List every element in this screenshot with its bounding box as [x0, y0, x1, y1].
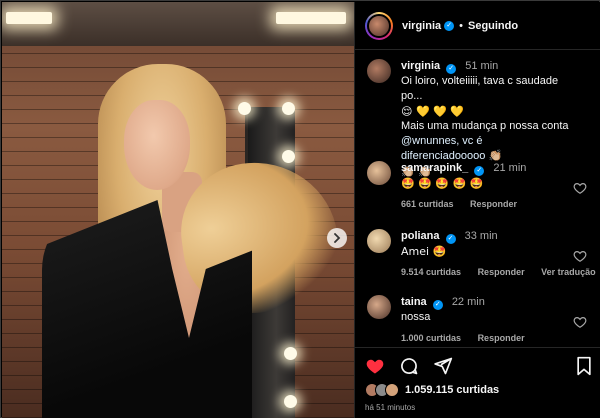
- comment-username[interactable]: virginia: [401, 60, 440, 72]
- comment-likes[interactable]: 661 curtidas: [401, 199, 454, 209]
- post-time-ago[interactable]: há 51 minutos: [365, 403, 415, 412]
- bookmark-icon[interactable]: [575, 356, 593, 376]
- comment-item: taina ✓ 22 min nossa 1.000 curtidas Resp…: [367, 295, 593, 343]
- comment-time: 21 min: [493, 162, 527, 174]
- chevron-right-icon: [334, 233, 341, 243]
- verified-badge-icon: ✓: [432, 300, 443, 310]
- heart-outline-icon[interactable]: [573, 249, 587, 263]
- face: [124, 100, 190, 190]
- caption-line: 😌 💛 💛 💛: [401, 105, 465, 118]
- likes-row: 1.059.115 curtidas: [365, 383, 499, 397]
- verified-badge-icon: ✓: [445, 234, 456, 244]
- avatar[interactable]: [367, 161, 391, 185]
- caption-line: Mais uma mudança p nossa conta: [401, 120, 569, 132]
- comment-text: 🤩 🤩 🤩 🤩 🤩: [401, 177, 484, 190]
- ceiling: [2, 2, 354, 46]
- post-photo: [2, 2, 354, 418]
- post-dialog: virginia ✓ • Seguindo virginia ✓ 51 min …: [0, 0, 600, 418]
- translate-button[interactable]: Ver tradução: [541, 267, 596, 277]
- author-avatar[interactable]: [365, 11, 393, 40]
- reply-button[interactable]: Responder: [478, 267, 525, 277]
- comment-list: virginia ✓ 51 min Oi loiro, volteiiiii, …: [355, 51, 600, 347]
- comment-item: samarapink_ ✓ 21 min 🤩 🤩 🤩 🤩 🤩 661 curti…: [367, 161, 593, 209]
- comment-time: 33 min: [464, 230, 498, 242]
- heart-filled-icon[interactable]: [365, 356, 385, 376]
- comment-text: nossa: [401, 311, 431, 323]
- reply-button[interactable]: Responder: [470, 199, 517, 209]
- comment-username[interactable]: samarapink_: [401, 162, 468, 174]
- comment-item: poliana ✓ 33 min Amei 🤩 9.514 curtidas R…: [367, 229, 596, 277]
- mirror-bulb: [282, 102, 295, 115]
- ceiling-light: [276, 12, 346, 24]
- verified-badge-icon: ✓: [474, 166, 485, 176]
- next-photo-button[interactable]: [327, 228, 347, 248]
- comment-time: 51 min: [465, 60, 499, 72]
- verified-badge-icon: ✓: [446, 64, 457, 74]
- post-header: virginia ✓ • Seguindo: [355, 2, 600, 50]
- avatar[interactable]: [367, 229, 391, 253]
- author-username[interactable]: virginia: [402, 20, 441, 32]
- comment-time: 22 min: [451, 296, 485, 308]
- comment-username[interactable]: taina: [401, 296, 427, 308]
- mirror-bulb: [284, 347, 297, 360]
- comment-username[interactable]: poliana: [401, 230, 440, 242]
- paper-plane-icon[interactable]: [433, 356, 453, 376]
- liker-avatar: [385, 383, 399, 397]
- verified-badge-icon: ✓: [444, 20, 455, 31]
- mirror-bulb: [282, 150, 295, 163]
- heart-outline-icon[interactable]: [573, 181, 587, 195]
- comment-likes[interactable]: 9.514 curtidas: [401, 267, 461, 277]
- likes-count[interactable]: 1.059.115 curtidas: [405, 384, 499, 396]
- comments-panel: virginia ✓ • Seguindo virginia ✓ 51 min …: [354, 2, 600, 418]
- caption-line: Oi loiro, volteiiiii, tava c saudade po.…: [401, 75, 559, 102]
- ceiling-light: [6, 12, 52, 24]
- mirror-bulb: [284, 395, 297, 408]
- follow-status-button[interactable]: Seguindo: [468, 20, 518, 32]
- comment-likes[interactable]: 1.000 curtidas: [401, 333, 461, 343]
- comment-text: Amei 🤩: [401, 245, 447, 258]
- reply-button[interactable]: Responder: [478, 333, 525, 343]
- mirror-bulb: [238, 102, 251, 115]
- speech-bubble-icon[interactable]: [399, 356, 419, 376]
- heart-outline-icon[interactable]: [573, 315, 587, 329]
- separator-dot: •: [459, 19, 463, 32]
- avatar[interactable]: [367, 59, 391, 83]
- avatar[interactable]: [367, 295, 391, 319]
- caption-line: @wnunnes, vc é diferenciadooooo 👏🏼: [401, 135, 503, 162]
- post-actions: 1.059.115 curtidas há 51 minutos: [355, 347, 600, 418]
